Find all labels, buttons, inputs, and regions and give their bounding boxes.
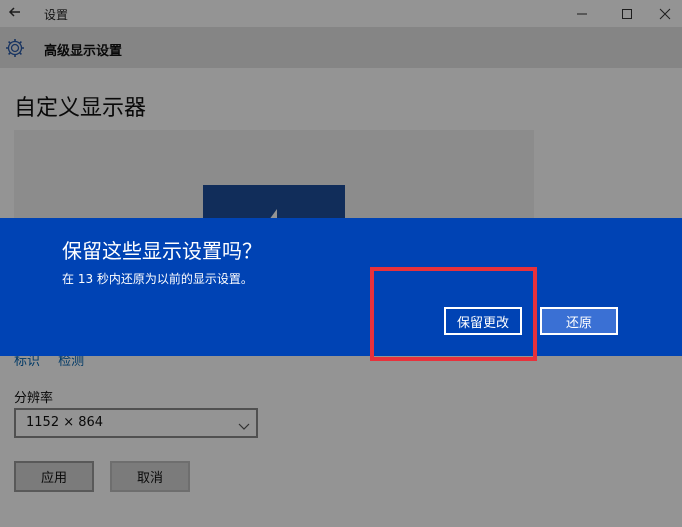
- dialog-title: 保留这些显示设置吗？: [62, 239, 262, 263]
- highlight-box: [370, 267, 537, 361]
- keep-settings-dialog: 保留这些显示设置吗？ 在 13 秒内还原为以前的显示设置。 保留更改 还原: [0, 218, 682, 356]
- revert-button[interactable]: 还原: [540, 307, 618, 335]
- dialog-message: 在 13 秒内还原为以前的显示设置。: [62, 272, 253, 286]
